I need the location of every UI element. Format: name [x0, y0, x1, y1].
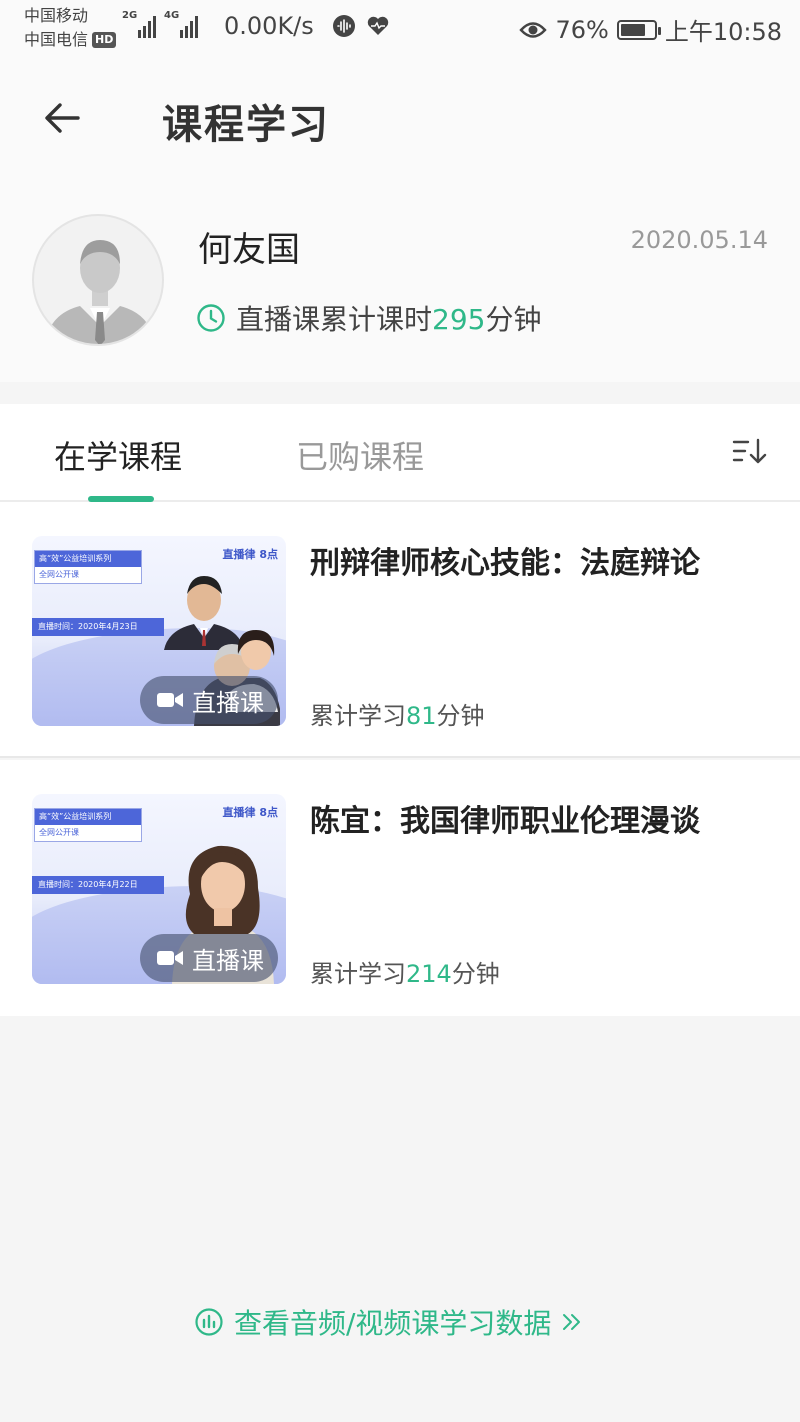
page-title: 课程学习: [162, 102, 330, 148]
progress-value: 81: [406, 702, 437, 730]
profile-card: 何友国 2020.05.14 直播课累计课时295分钟: [0, 168, 800, 382]
eye-icon: [519, 21, 548, 38]
progress-value: 214: [406, 960, 452, 988]
course-progress: 累计学习81分钟: [310, 702, 485, 730]
live-badge: 直播课: [140, 676, 278, 724]
live-badge-label: 直播课: [192, 946, 264, 975]
course-tabs: 在学课程 已购课程: [0, 404, 800, 502]
video-camera-icon: [157, 951, 183, 965]
thumb-series-label: 高“效”公益培训系列 全网公开课: [34, 550, 142, 584]
signal-indicators: 2G 4G: [122, 10, 198, 38]
carrier-1: 中国移动: [24, 6, 89, 25]
hours-prefix: 直播课累计课时: [236, 303, 433, 336]
bar-chart-icon: [195, 1308, 223, 1336]
live-badge: 直播课: [140, 934, 278, 982]
status-right: 76% 上午10:58: [519, 12, 782, 47]
total-live-hours: 直播课累计课时295分钟: [196, 298, 541, 338]
clock-icon: [197, 304, 225, 332]
carrier-info: 中国移动 中国电信 HD: [24, 4, 117, 52]
hours-unit: 分钟: [485, 303, 542, 336]
signal-1-icon: 2G: [122, 10, 156, 38]
hd-badge: HD: [92, 32, 117, 48]
thumb-date: 直播时间：2020年4月23日: [32, 618, 164, 636]
tab-learning[interactable]: 在学课程: [54, 432, 182, 478]
battery-percent: 76%: [555, 15, 609, 44]
double-chevron-right-icon: [563, 1314, 581, 1330]
tab-purchased[interactable]: 已购课程: [296, 432, 424, 478]
live-badge-label: 直播课: [192, 688, 264, 717]
user-name: 何友国: [198, 230, 300, 270]
hours-value: 295: [432, 303, 486, 336]
carrier-2: 中国电信: [24, 30, 89, 49]
signal-2-icon: 4G: [164, 10, 198, 38]
thumb-series-label: 高“效”公益培训系列 全网公开课: [34, 808, 142, 842]
course-title[interactable]: 刑辩律师核心技能：法庭辩论: [310, 538, 700, 582]
video-camera-icon: [157, 693, 183, 707]
thumb-logo: 直播律 8点: [222, 548, 278, 561]
course-thumbnail[interactable]: 高“效”公益培训系列 全网公开课 直播时间：2020年4月23日 直播律 8点 …: [32, 536, 286, 726]
heart-pulse-icon: [367, 16, 389, 35]
sort-icon[interactable]: [732, 436, 768, 468]
app-header: 课程学习: [0, 68, 800, 168]
person-silhouette-icon: [44, 240, 156, 344]
thumb-date: 直播时间：2020年4月22日: [32, 876, 164, 894]
view-learning-data-link[interactable]: 查看音频/视频课学习数据: [194, 1302, 583, 1342]
profile-date: 2020.05.14: [630, 226, 768, 254]
thumb-logo: 直播律 8点: [222, 806, 278, 819]
clock-time: 上午10:58: [664, 18, 782, 46]
back-arrow-icon[interactable]: [40, 96, 84, 140]
course-item[interactable]: 高“效”公益培训系列 全网公开课 直播时间：2020年4月23日 直播律 8点 …: [0, 502, 800, 758]
avatar: [32, 214, 164, 346]
data-link-label[interactable]: 查看音频/视频课学习数据: [234, 1302, 551, 1342]
course-progress: 累计学习214分钟: [310, 960, 500, 988]
net-speed: 0.00K/s: [224, 12, 314, 40]
audio-wave-icon: [333, 15, 355, 37]
battery-icon: [616, 19, 661, 40]
course-title[interactable]: 陈宜：我国律师职业伦理漫谈: [310, 796, 700, 840]
course-thumbnail[interactable]: 高“效”公益培训系列 全网公开课 直播时间：2020年4月22日 直播律 8点 …: [32, 794, 286, 984]
status-bar: 中国移动 中国电信 HD 2G 4G 0.00K/s 76% 上午10:58: [0, 0, 800, 68]
course-item[interactable]: 高“效”公益培训系列 全网公开课 直播时间：2020年4月22日 直播律 8点 …: [0, 760, 800, 1016]
battery-fill: [620, 23, 646, 36]
